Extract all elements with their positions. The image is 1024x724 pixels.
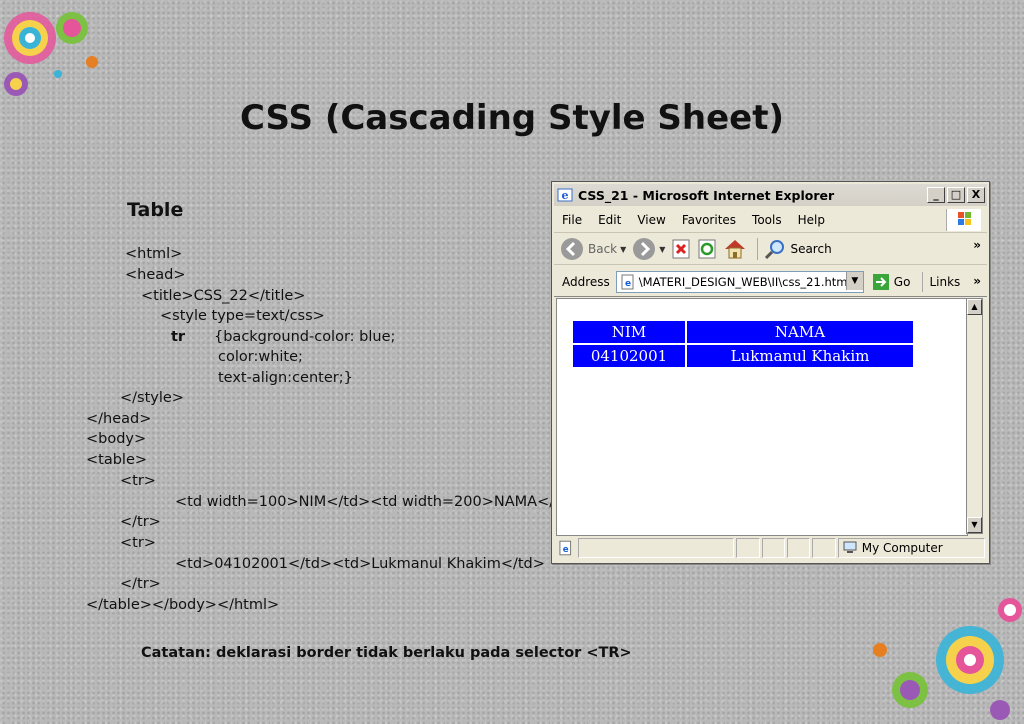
menu-file[interactable]: File [554,213,590,227]
forward-button[interactable]: ▼ [632,237,665,261]
status-text-cell [577,538,735,558]
vertical-scrollbar[interactable]: ▲ ▼ [966,298,983,534]
scroll-down-arrow-icon[interactable]: ▼ [967,517,982,533]
browser-window: e CSS_21 - Microsoft Internet Explorer _… [551,181,990,564]
menu-view[interactable]: View [629,213,673,227]
svg-text:e: e [625,279,631,289]
close-button[interactable]: X [967,187,985,203]
search-label: Search [790,242,832,256]
go-label: Go [893,275,911,289]
ie-logo-icon: e [557,188,573,202]
svg-text:e: e [562,189,569,202]
links-toolbar[interactable]: Links [929,275,960,289]
menu-edit[interactable]: Edit [590,213,629,227]
status-cell [736,538,760,558]
code-line: <table> [86,452,148,468]
code-line: </tr> [120,514,161,530]
menu-bar: File Edit View Favorites Tools Help [554,208,987,233]
home-button[interactable] [723,238,747,260]
code-line-selector: tr [171,329,186,345]
title-bar[interactable]: e CSS_21 - Microsoft Internet Explorer _… [554,184,987,206]
chevron-down-icon[interactable]: ▼ [845,272,863,290]
stop-icon [672,239,690,259]
maximize-button[interactable]: □ [947,187,965,203]
standard-toolbar: Back ▼ ▼ Search » [554,234,987,265]
search-button[interactable]: Search [757,238,832,260]
page-icon: e [621,274,634,290]
links-overflow-chevron-icon[interactable]: » [973,274,981,288]
home-icon [725,240,746,259]
address-value: \MATERI_DESIGN_WEB\II\css_21.html [638,275,851,289]
status-cell [812,538,836,558]
chevron-down-icon[interactable]: ▼ [659,245,665,254]
go-button[interactable]: Go [872,273,911,291]
code-line: color:white; [218,349,303,365]
status-bar: e My Computer [554,536,987,560]
back-button[interactable]: Back ▼ [560,237,626,261]
address-input[interactable]: e \MATERI_DESIGN_WEB\II\css_21.html ▼ [615,271,864,293]
table-row: NIM NAMA [573,321,913,343]
page-status-icon: e [559,540,572,556]
back-arrow-icon [561,238,583,260]
decorative-swirl-top-left [4,12,98,96]
status-cell [787,538,811,558]
menu-help[interactable]: Help [790,213,833,227]
divider [922,272,924,292]
go-arrow-icon [872,274,889,290]
code-line: text-align:center;} [218,370,353,386]
code-line: {background-color: blue; [214,329,396,345]
code-line: <html> [125,246,183,262]
scroll-up-arrow-icon[interactable]: ▲ [967,299,982,315]
table-cell: NAMA [687,321,913,343]
chevron-down-icon[interactable]: ▼ [620,245,626,254]
code-line: <tr> [120,535,156,551]
code-line: </tr> [120,576,161,592]
address-bar: Address e \MATERI_DESIGN_WEB\II\css_21.h… [554,268,987,297]
windows-logo-icon [946,209,981,231]
forward-arrow-icon [633,238,656,260]
code-line: <tr> [120,473,156,489]
section-label: Table [127,199,184,221]
window-title: CSS_21 - Microsoft Internet Explorer [578,187,835,203]
zone-cell: My Computer [837,538,986,558]
code-line: <title>CSS_22</title> [141,288,306,304]
table-cell: 04102001 [573,345,685,367]
code-line: <style type=text/css> [160,308,325,324]
menu-tools[interactable]: Tools [744,213,790,227]
computer-icon [843,541,857,553]
menu-favorites[interactable]: Favorites [674,213,744,227]
code-line: <head> [125,267,186,283]
code-line: </table></body></html> [86,597,280,613]
back-label: Back [588,242,618,256]
slide-title: CSS (Cascading Style Sheet) [239,98,785,138]
minimize-button[interactable]: _ [927,187,945,203]
zone-label: My Computer [861,541,943,555]
toolbar-overflow-chevron-icon[interactable]: » [973,238,981,252]
status-cell [761,538,786,558]
stop-button[interactable] [671,238,691,260]
code-line: </head> [86,411,152,427]
code-line: <td>04102001</td><td>Lukmanul Khakim</td… [175,556,545,572]
decorative-swirl-bottom-right [873,598,1022,720]
rendered-table: NIM NAMA 04102001 Lukmanul Khakim [571,319,915,369]
code-line: <td width=100>NIM</td><td width=200>NAMA… [175,494,582,510]
page-viewport: NIM NAMA 04102001 Lukmanul Khakim [556,298,968,536]
table-cell: NIM [573,321,685,343]
table-cell: Lukmanul Khakim [687,345,913,367]
address-label: Address [562,275,610,289]
footnote: Catatan: deklarasi border tidak berlaku … [141,645,632,661]
code-line: <body> [86,431,147,447]
refresh-button[interactable] [697,238,717,260]
svg-text:e: e [563,545,569,555]
search-icon [765,240,785,260]
table-row: 04102001 Lukmanul Khakim [573,345,913,367]
code-line: </style> [120,390,184,406]
refresh-icon [698,239,716,259]
